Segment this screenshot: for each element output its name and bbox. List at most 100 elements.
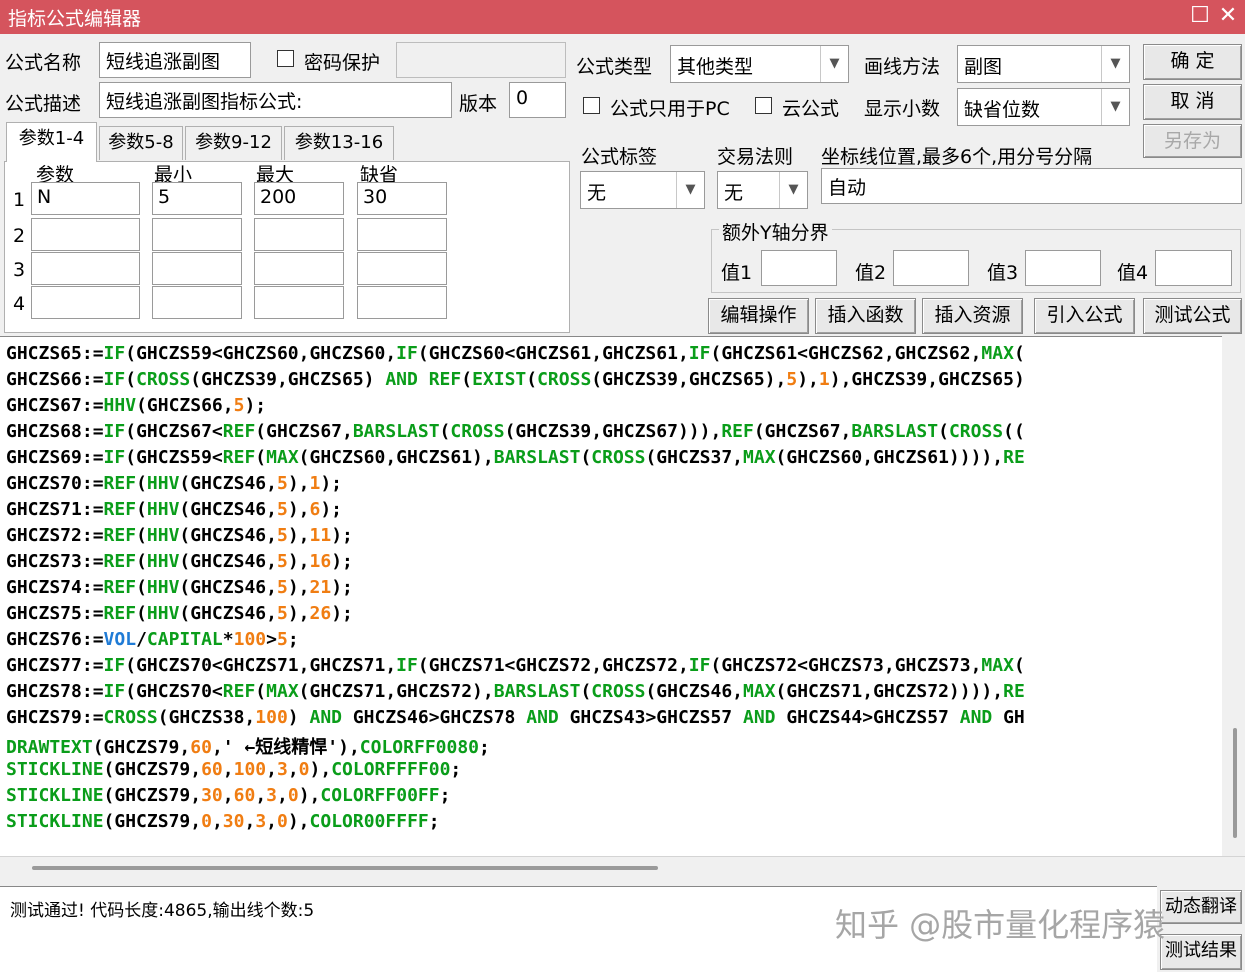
- draw-method-value: 副图: [964, 56, 1003, 78]
- code-horizontal-thumb[interactable]: [32, 866, 658, 870]
- param-row-number: 1: [13, 189, 26, 211]
- test-status-message: 测试通过! 代码长度:4865,输出线个数:5: [10, 901, 315, 921]
- code-line: GHCZS70:=REF(HHV(GHCZS46,5),1);: [6, 473, 343, 494]
- code-line: GHCZS71:=REF(HHV(GHCZS46,5),6);: [6, 499, 343, 520]
- close-icon[interactable]: ✕: [1214, 2, 1242, 30]
- code-line: STICKLINE(GHCZS79,0,30,3,0),COLOR00FFFF;: [6, 811, 440, 832]
- dynamic-translate-button[interactable]: 动态翻译: [1160, 890, 1242, 924]
- trade-rule-select[interactable]: 无 ▼: [717, 171, 808, 209]
- decimals-value: 缺省位数: [964, 99, 1041, 121]
- y3-label: 值3: [987, 262, 1019, 284]
- param-default-input[interactable]: [357, 218, 447, 251]
- code-line: GHCZS77:=IF(GHCZS70<GHCZS71,GHCZS71,IF(G…: [6, 655, 1025, 676]
- y2-input[interactable]: [893, 250, 969, 286]
- param-max-input[interactable]: [254, 286, 344, 319]
- edit-ops-button[interactable]: 编辑操作: [708, 298, 809, 334]
- insert-resource-button[interactable]: 插入资源: [922, 298, 1023, 334]
- password-label: 密码保护: [304, 52, 381, 74]
- formula-tag-label: 公式标签: [581, 146, 658, 168]
- param-min-input[interactable]: 5: [152, 182, 242, 215]
- tab-params-5-8[interactable]: 参数5-8: [99, 126, 183, 160]
- formula-type-select[interactable]: 其他类型 ▼: [670, 45, 849, 83]
- param-row-number: 4: [13, 293, 26, 315]
- param-row-number: 3: [13, 259, 26, 281]
- decimals-label: 显示小数: [864, 98, 941, 120]
- ok-button[interactable]: 确 定: [1143, 44, 1242, 80]
- chevron-down-icon: ▼: [779, 172, 807, 208]
- tab-params-1-4[interactable]: 参数1-4: [6, 122, 97, 162]
- code-line: GHCZS67:=HHV(GHCZS66,5);: [6, 395, 267, 416]
- code-line: GHCZS75:=REF(HHV(GHCZS46,5),26);: [6, 603, 353, 624]
- param-max-input[interactable]: 200: [254, 182, 344, 215]
- decimals-select[interactable]: 缺省位数 ▼: [957, 88, 1130, 126]
- pc-only-checkbox[interactable]: [583, 97, 600, 114]
- code-horizontal-scrollbar[interactable]: [0, 856, 1245, 886]
- import-formula-button[interactable]: 引入公式: [1034, 298, 1135, 334]
- watermark-text: 知乎 @股市量化程序猿: [835, 906, 1166, 944]
- y4-label: 值4: [1117, 262, 1149, 284]
- code-line: GHCZS72:=REF(HHV(GHCZS46,5),11);: [6, 525, 353, 546]
- y1-input[interactable]: [761, 250, 837, 286]
- y4-input[interactable]: [1155, 250, 1232, 286]
- trade-rule-value: 无: [724, 182, 744, 204]
- code-line: GHCZS79:=CROSS(GHCZS38,100) AND GHCZS46>…: [6, 707, 1025, 728]
- axis-position-input[interactable]: 自动: [821, 168, 1242, 204]
- param-max-input[interactable]: [254, 252, 344, 285]
- code-vertical-thumb[interactable]: [1233, 728, 1237, 838]
- formula-tag-select[interactable]: 无 ▼: [580, 171, 705, 209]
- test-result-button[interactable]: 测试结果: [1160, 934, 1242, 970]
- code-line: DRAWTEXT(GHCZS79,60,' ←短线精悍'),COLORFF008…: [6, 737, 490, 758]
- param-row-number: 2: [13, 225, 26, 247]
- title-bar: [0, 0, 1245, 34]
- code-line: GHCZS65:=IF(GHCZS59<GHCZS60,GHCZS60,IF(G…: [6, 343, 1025, 364]
- version-label: 版本: [459, 93, 498, 115]
- formula-name-input[interactable]: 短线追涨副图: [99, 42, 251, 78]
- param-default-input[interactable]: 30: [357, 182, 447, 215]
- code-line: GHCZS76:=VOL/CAPITAL*100>5;: [6, 629, 299, 650]
- code-line: GHCZS66:=IF(CROSS(GHCZS39,GHCZS65) AND R…: [6, 369, 1025, 390]
- chevron-down-icon: ▼: [820, 46, 848, 82]
- param-default-input[interactable]: [357, 252, 447, 285]
- tab-params-13-16[interactable]: 参数13-16: [284, 126, 394, 160]
- formula-tag-value: 无: [587, 182, 607, 204]
- y3-input[interactable]: [1025, 250, 1101, 286]
- code-line: GHCZS73:=REF(HHV(GHCZS46,5),16);: [6, 551, 353, 572]
- insert-function-button[interactable]: 插入函数: [815, 298, 916, 334]
- draw-method-select[interactable]: 副图 ▼: [957, 45, 1130, 83]
- window-title: 指标公式编辑器: [8, 8, 142, 30]
- version-input[interactable]: 0: [509, 82, 566, 118]
- maximize-icon[interactable]: ☐: [1186, 2, 1214, 30]
- param-name-input[interactable]: [31, 218, 140, 251]
- cancel-button[interactable]: 取 消: [1143, 84, 1242, 120]
- password-input: [396, 42, 566, 78]
- pc-only-label: 公式只用于PC: [610, 98, 730, 120]
- code-line: GHCZS74:=REF(HHV(GHCZS46,5),21);: [6, 577, 353, 598]
- cloud-checkbox[interactable]: [755, 97, 772, 114]
- chevron-down-icon: ▼: [1101, 46, 1129, 82]
- formula-type-value: 其他类型: [677, 56, 754, 78]
- param-min-input[interactable]: [152, 218, 242, 251]
- code-line: GHCZS78:=IF(GHCZS70<REF(MAX(GHCZS71,GHCZ…: [6, 681, 1025, 702]
- param-min-input[interactable]: [152, 252, 242, 285]
- code-line: GHCZS69:=IF(GHCZS59<REF(MAX(GHCZS60,GHCZ…: [6, 447, 1025, 468]
- test-formula-button[interactable]: 测试公式: [1143, 298, 1242, 334]
- save-as-button: 另存为: [1143, 124, 1242, 158]
- trade-rule-label: 交易法则: [717, 146, 794, 168]
- param-max-input[interactable]: [254, 218, 344, 251]
- formula-type-label: 公式类型: [576, 56, 653, 78]
- code-editor[interactable]: GHCZS65:=IF(GHCZS59<GHCZS60,GHCZS60,IF(G…: [0, 336, 1222, 856]
- param-default-input[interactable]: [357, 286, 447, 319]
- param-name-input[interactable]: [31, 286, 140, 319]
- formula-desc-input[interactable]: 短线追涨副图指标公式:: [99, 82, 452, 118]
- code-line: STICKLINE(GHCZS79,60,100,3,0),COLORFFFF0…: [6, 759, 462, 780]
- cloud-label: 云公式: [782, 98, 840, 120]
- password-checkbox[interactable]: [277, 50, 294, 67]
- y2-label: 值2: [855, 262, 887, 284]
- formula-desc-label: 公式描述: [5, 93, 82, 115]
- param-min-input[interactable]: [152, 286, 242, 319]
- tab-params-9-12[interactable]: 参数9-12: [185, 126, 282, 160]
- param-name-input[interactable]: N: [31, 182, 140, 215]
- code-line: GHCZS68:=IF(GHCZS67<REF(GHCZS67,BARSLAST…: [6, 421, 1025, 442]
- param-name-input[interactable]: [31, 252, 140, 285]
- extra-y-axis-label: 额外Y轴分界: [719, 218, 832, 245]
